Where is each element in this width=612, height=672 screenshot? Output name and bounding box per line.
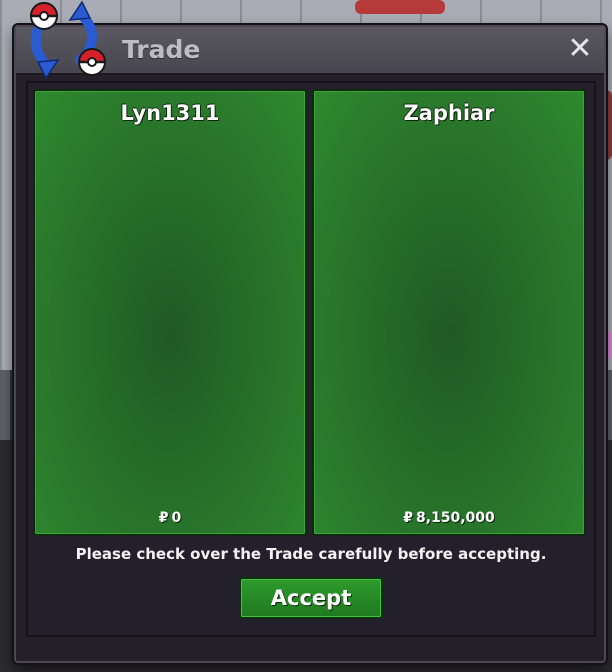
player-offer-panel-left[interactable]: Lyn1311 ₽0 [33, 89, 307, 536]
money-value: 8,150,000 [415, 510, 495, 526]
close-button[interactable]: ✕ [566, 34, 594, 64]
trade-notice: Please check over the Trade carefully be… [75, 545, 547, 563]
background-character [355, 0, 445, 14]
player-money: ₽8,150,000 [314, 510, 584, 526]
pokedollar-icon: ₽ [158, 510, 169, 526]
trade-body: Lyn1311 ₽0 Zaphiar ₽8,150,000 Please che… [26, 81, 596, 637]
window-title: Trade [122, 35, 201, 64]
player-money: ₽0 [35, 510, 305, 526]
trade-window: Trade ✕ Lyn1311 ₽0 Zaphiar ₽8,150,000 Pl… [14, 25, 606, 663]
pokedollar-icon: ₽ [403, 510, 413, 526]
accept-button[interactable]: Accept [239, 577, 383, 619]
money-value: 0 [171, 510, 182, 526]
game-scene: Trade ✕ Lyn1311 ₽0 Zaphiar ₽8,150,000 Pl… [0, 0, 612, 672]
player-name: Lyn1311 [120, 101, 220, 125]
trade-arrows-pokeball-icon [29, 0, 107, 80]
player-name: Zaphiar [403, 101, 495, 125]
player-offer-panel-right[interactable]: Zaphiar ₽8,150,000 [312, 89, 586, 536]
